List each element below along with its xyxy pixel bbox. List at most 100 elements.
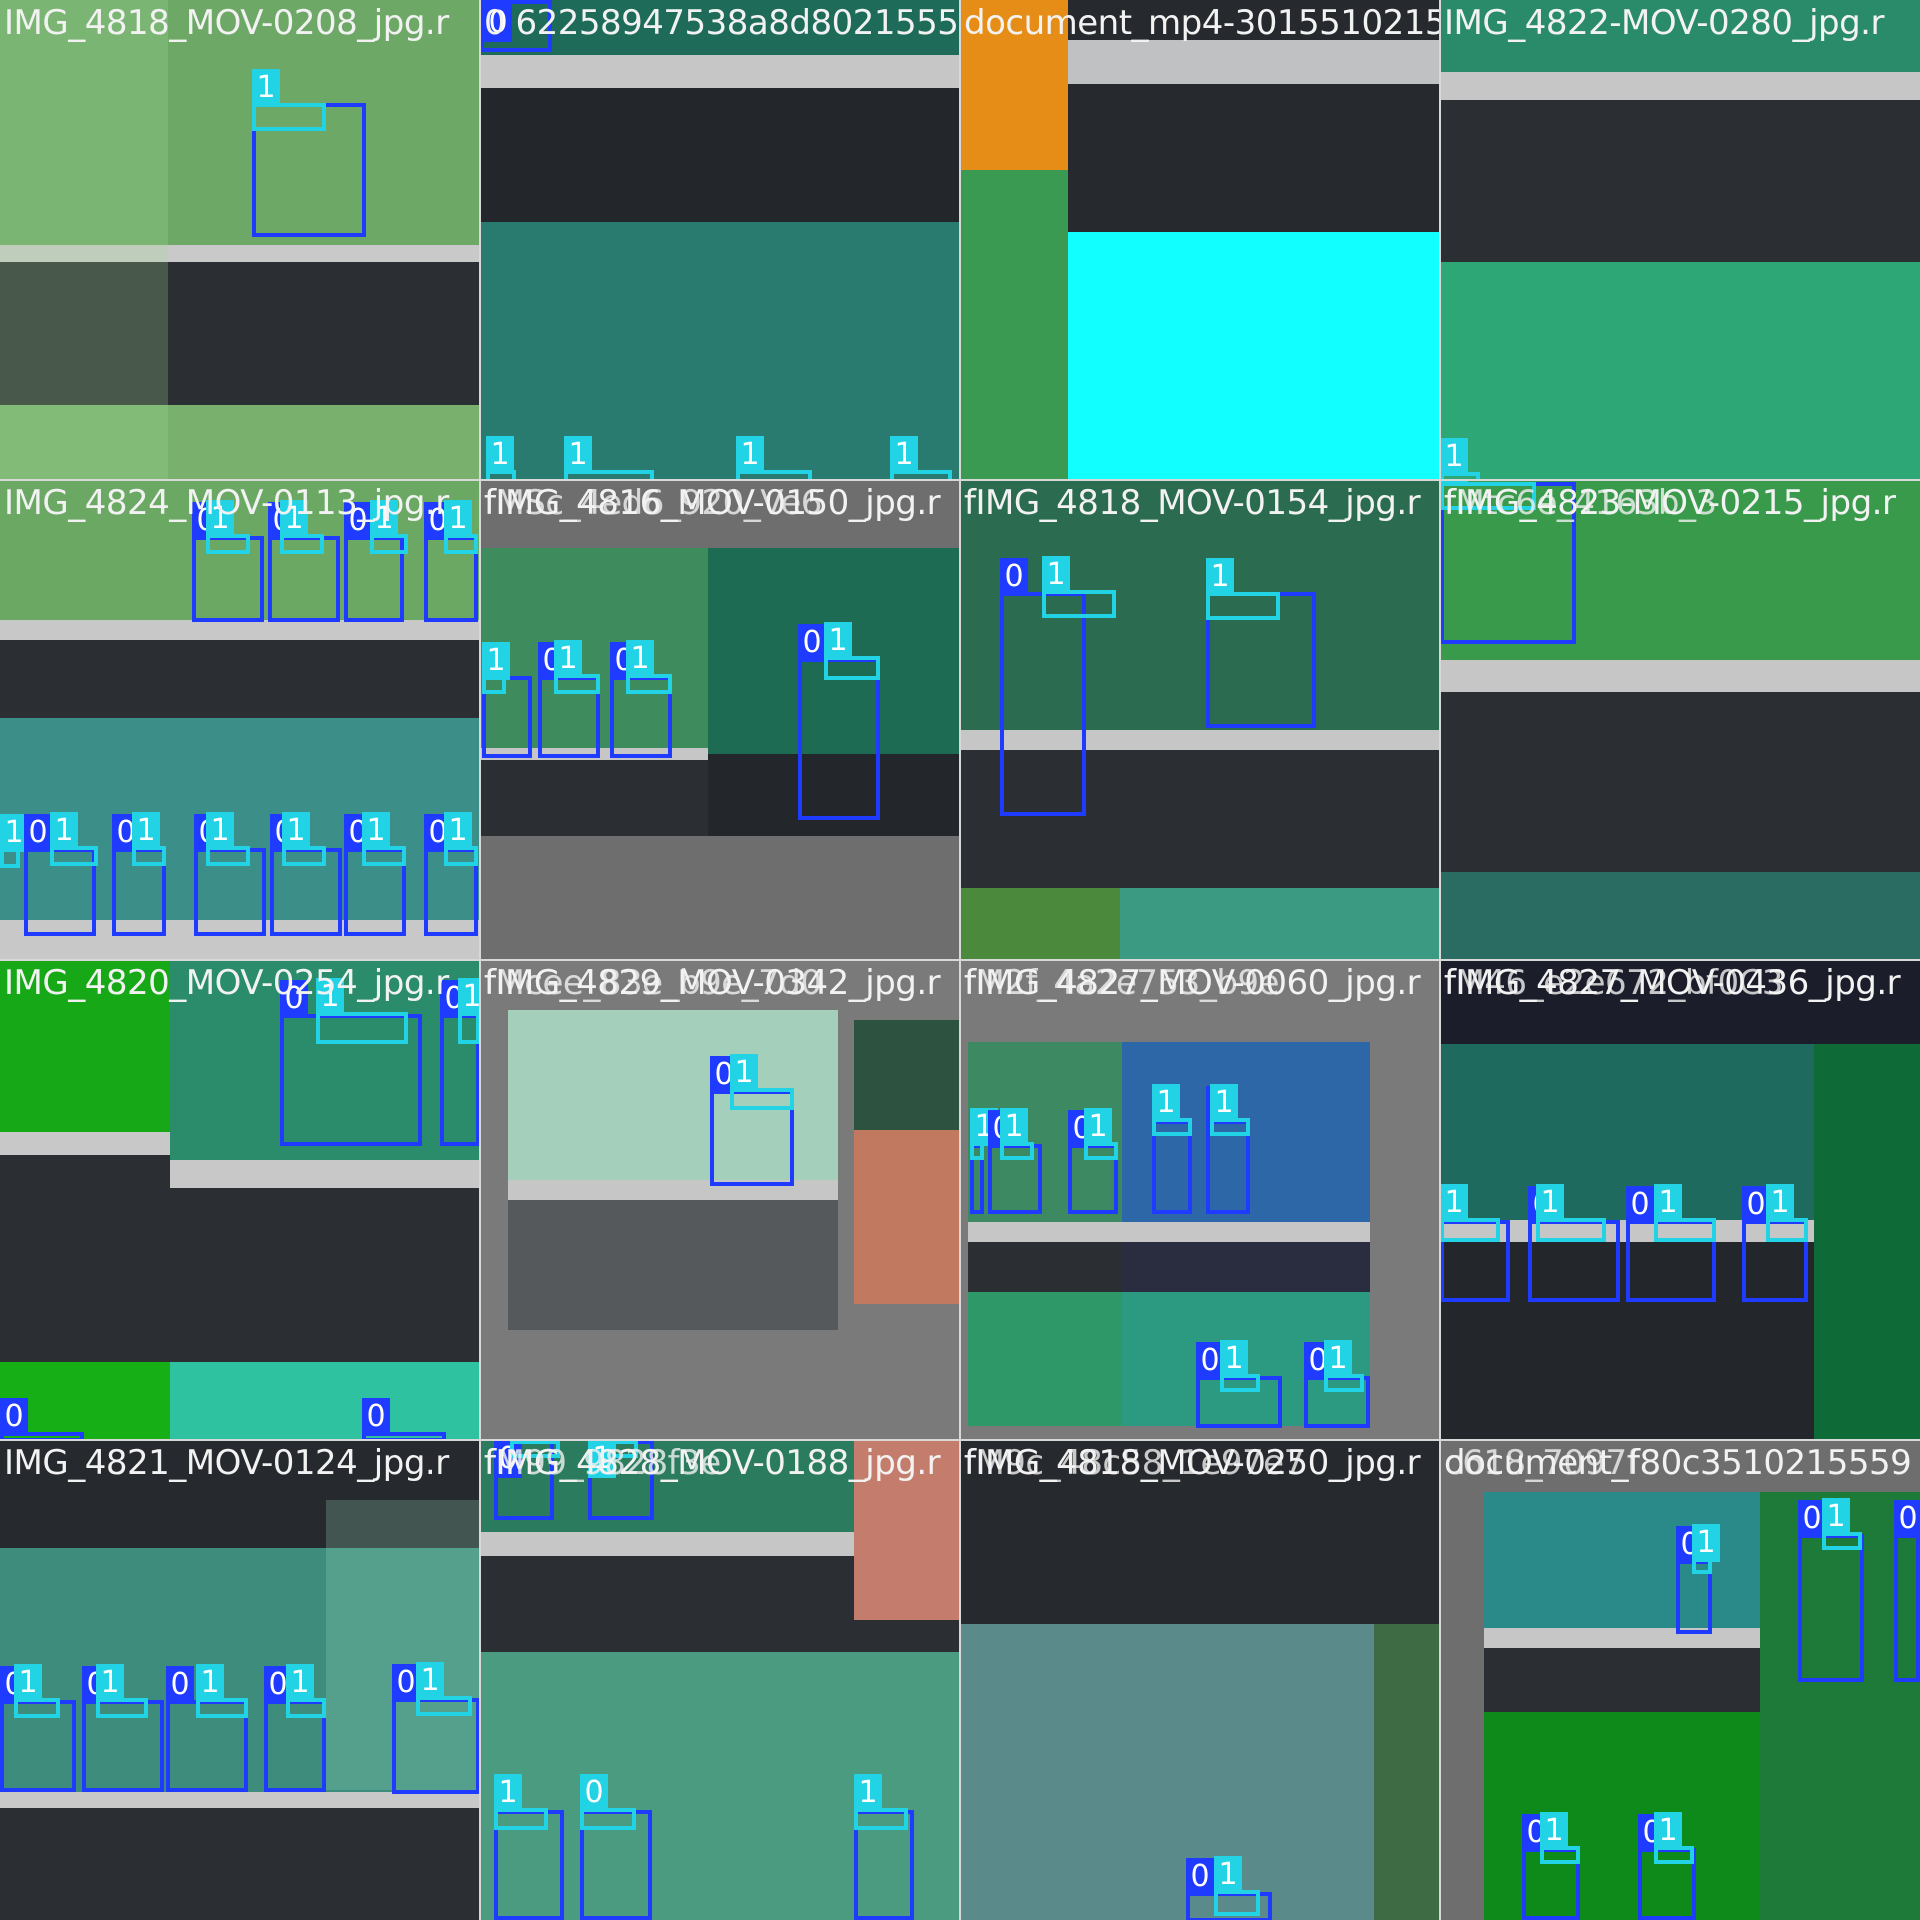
bounding-box: 1 xyxy=(132,812,166,866)
box-label: 1 xyxy=(1440,1184,1468,1222)
tile-3: document_mp4-30155102155 xyxy=(960,0,1440,480)
tile-11: fIMG_4827_MOV-0060_jpg.r fM2f_4a2e753_b9… xyxy=(960,960,1440,1440)
box-label: 1 xyxy=(854,1774,882,1812)
box-label: 0 xyxy=(1186,1858,1214,1896)
bounding-box: 1 xyxy=(1084,1108,1118,1160)
bounding-box: 1 xyxy=(1822,1498,1862,1550)
box-label: 0 xyxy=(1894,1500,1920,1538)
bounding-box: 1 xyxy=(626,640,672,694)
tile-12: fIMG_4827_MOV-0436_jpg.r fM46_e2e672_bf0… xyxy=(1440,960,1920,1440)
box-label: 0 xyxy=(0,1398,28,1436)
box-label: 0 xyxy=(1626,1186,1654,1224)
grid-divider xyxy=(0,479,1920,481)
bounding-box: 0 xyxy=(798,624,880,820)
bounding-box: 1 xyxy=(1766,1184,1808,1242)
bounding-box: 0 xyxy=(1798,1500,1864,1682)
box-label: 1 xyxy=(362,812,390,850)
bounding-box: 1 xyxy=(824,622,880,680)
bounding-box: 1 xyxy=(280,500,324,554)
tile-15: fIMG_4818_MOV-0250_jpg.r fM9c_48c58_1e97… xyxy=(960,1440,1440,1920)
box-label: 1 xyxy=(50,812,78,850)
tile-16: document_f80c3510215559 c618_7097f 0 1 0… xyxy=(1440,1440,1920,1920)
box-label: 0 xyxy=(362,1398,390,1436)
bounding-box: 1 xyxy=(196,1664,248,1718)
tile-caption-overlay: fM46_e2e672_bf0C3 xyxy=(1444,963,1784,1003)
tile-caption-overlay: fMSc_4ed6_920_Ve6 xyxy=(484,483,822,523)
bounding-box: 1 xyxy=(96,1664,148,1718)
tile-8: fIMG_4823-MOV-0215_jpg.r fMtc6e_4163b_3 … xyxy=(1440,480,1920,960)
box-label: 1 xyxy=(1822,1498,1850,1536)
bounding-box: 1 xyxy=(1152,1084,1192,1136)
tile-caption: fIMG_4818_MOV-0154_jpg.r xyxy=(964,483,1421,523)
tile-caption: IMG_4824_MOV-0113_jpg.r xyxy=(4,483,449,523)
grid-divider xyxy=(0,1439,1920,1441)
mosaic-grid: IMG_4818_MOV-0208_jpg.r 1 0 62258947538a… xyxy=(0,0,1920,1920)
box-label: 1 xyxy=(1654,1184,1682,1222)
tile-6: fIMG_4816_MOV-0150_jpg.r fMSc_4ed6_920_V… xyxy=(480,480,960,960)
box-label: 1 xyxy=(1324,1340,1352,1378)
box-label: 1 xyxy=(1084,1108,1112,1146)
bounding-box: 0 xyxy=(1000,558,1086,816)
tile-caption-overlay: fM99_9828f3e xyxy=(484,1443,721,1483)
grid-divider xyxy=(0,959,1920,961)
tile-image xyxy=(960,1440,1440,1920)
bounding-box: 1 xyxy=(1000,1108,1034,1160)
bounding-box: 1 xyxy=(1324,1340,1364,1392)
bounding-box: 1 xyxy=(316,978,408,1044)
bounding-box: 0 xyxy=(1894,1500,1920,1682)
bounding-box: 1 xyxy=(14,1664,60,1718)
bounding-box: 1 xyxy=(458,978,480,1044)
box-label: 1 xyxy=(96,1664,124,1702)
bounding-box: 1 xyxy=(444,500,478,554)
bounding-box: 1 xyxy=(1214,1856,1260,1916)
bounding-box: 1 xyxy=(554,640,600,694)
box-label: 0 xyxy=(24,814,52,852)
bounding-box: 1 xyxy=(1220,1340,1260,1392)
bounding-box: 1 xyxy=(282,812,326,866)
box-label: 1 xyxy=(1220,1340,1248,1378)
bounding-box: 1 xyxy=(0,814,28,868)
tile-caption: IMG_4818_MOV-0208_jpg.r xyxy=(4,3,449,43)
box-label: 1 xyxy=(486,436,514,474)
box-label: 0 xyxy=(166,1666,194,1704)
box-label: 1 xyxy=(482,642,510,680)
box-label: 0 xyxy=(580,1774,608,1812)
bounding-box: 1 xyxy=(362,812,406,866)
tile-caption: document_mp4-30155102155 xyxy=(964,3,1440,43)
tile-caption: IMG_4821_MOV-0124_jpg.r xyxy=(4,1443,449,1483)
tile-10: fIMG_4829_MOV-0342_jpg.r fMcee_83e_b9e_7… xyxy=(480,960,960,1440)
tile-13: IMG_4821_MOV-0124_jpg.r 0 1 0 1 0 1 0 1 … xyxy=(0,1440,480,1920)
box-label: 1 xyxy=(1766,1184,1794,1222)
tile-7: fIMG_4818_MOV-0154_jpg.r 0 1 1 xyxy=(960,480,1440,960)
box-label: 1 xyxy=(564,436,592,474)
box-label: 1 xyxy=(554,640,582,678)
box-label: 1 xyxy=(14,1664,42,1702)
bounding-box: 1 xyxy=(416,1662,472,1716)
tile-2: 0 62258947538a8d8021555 0 1 1 1 1 xyxy=(480,0,960,480)
box-label: 1 xyxy=(132,812,160,850)
box-label: 1 xyxy=(282,812,310,850)
box-label: 1 xyxy=(1206,558,1234,596)
box-label: 1 xyxy=(626,640,654,678)
tile-caption-overlay: fMtc6e_4163b_3 xyxy=(1444,483,1717,523)
tile-caption: IMG_4822-MOV-0280_jpg.r xyxy=(1444,3,1884,43)
box-label: 1 xyxy=(1152,1084,1180,1122)
box-label: 1 xyxy=(1042,556,1070,594)
box-label: 1 xyxy=(1000,1108,1028,1146)
box-label: 1 xyxy=(1654,1812,1682,1850)
tile-caption-overlay: fM9c_48c58_1e97e7 xyxy=(964,1443,1305,1483)
bounding-box: 1 xyxy=(206,500,250,554)
bounding-box: 1 xyxy=(1540,1812,1580,1864)
box-label: 0 xyxy=(798,624,826,662)
tile-image xyxy=(480,0,960,480)
bounding-box: 1 xyxy=(854,1774,908,1830)
box-label: 1 xyxy=(1210,1084,1238,1122)
tile-14: fIMG_4828_MOV-0188_jpg.r fM99_9828f3e 0 … xyxy=(480,1440,960,1920)
tile-1: IMG_4818_MOV-0208_jpg.r 1 xyxy=(0,0,480,480)
bounding-box: 1 xyxy=(50,812,98,866)
bounding-box: 1 xyxy=(1692,1524,1720,1574)
box-label: 1 xyxy=(416,1662,444,1700)
bounding-box: 0 xyxy=(580,1774,636,1830)
box-label: 1 xyxy=(1692,1524,1720,1562)
box-label: 1 xyxy=(444,812,472,850)
